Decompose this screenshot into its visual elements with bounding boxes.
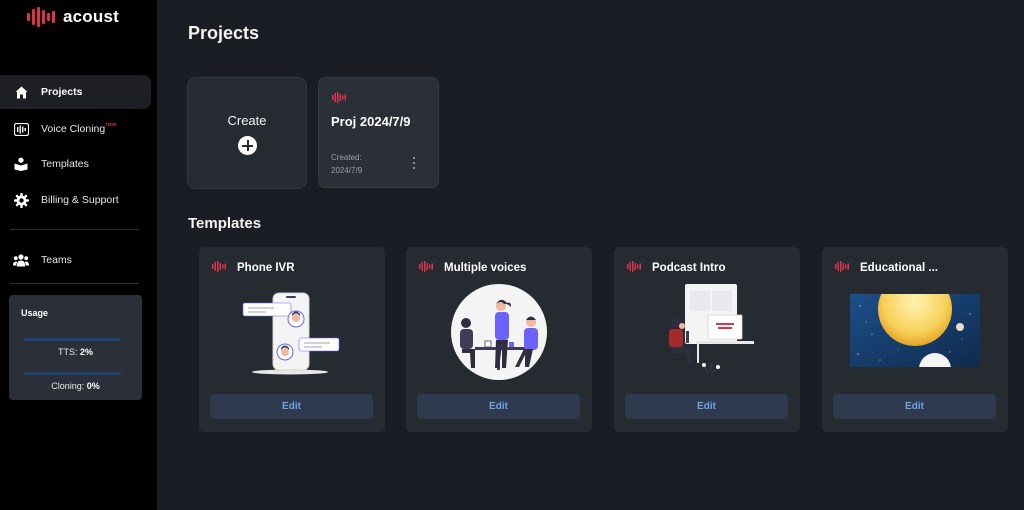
sidebar-divider — [10, 283, 139, 284]
sidebar-item-teams[interactable]: Teams — [0, 243, 151, 277]
waveform-icon — [212, 261, 226, 272]
app-name: acoust — [63, 7, 119, 26]
created-label: Created: — [331, 153, 362, 162]
template-title: Multiple voices — [444, 262, 527, 274]
sidebar-item-voice-cloning[interactable]: Voice Cloning new — [0, 112, 151, 146]
edit-button[interactable]: Edit — [833, 394, 996, 419]
project-title: Proj 2024/7/9 — [331, 114, 411, 129]
waveform-icon — [332, 92, 346, 103]
project-card[interactable]: Proj 2024/7/9 Created: 2024/7/9 — [318, 77, 439, 188]
waveform-icon — [627, 261, 641, 272]
book-user-icon — [13, 156, 29, 172]
sidebar-item-label: Billing & Support — [41, 194, 119, 206]
cloning-value: 0% — [86, 381, 100, 391]
create-label: Create — [227, 113, 267, 128]
tts-label: TTS: — [57, 347, 78, 357]
more-options-icon[interactable] — [411, 157, 417, 169]
sidebar-item-templates[interactable]: Templates — [0, 147, 151, 181]
template-card-phone-ivr[interactable]: Phone IVR Edit — [199, 247, 385, 432]
waveform-icon — [13, 121, 29, 137]
sidebar-item-projects[interactable]: Projects — [0, 75, 151, 109]
edit-button[interactable]: Edit — [210, 394, 373, 419]
sidebar-item-billing-support[interactable]: Billing & Support — [0, 183, 151, 217]
edit-button[interactable]: Edit — [417, 394, 580, 419]
plus-circle-icon — [238, 136, 257, 155]
sidebar-item-label: Templates — [41, 158, 89, 170]
template-title: Educational ... — [860, 262, 938, 274]
project-created: Created: 2024/7/9 — [331, 151, 362, 177]
create-project-card[interactable]: Create — [187, 77, 307, 189]
sidebar-item-label: Projects — [41, 86, 83, 98]
tts-usage-text: TTS: 2% — [9, 347, 142, 357]
template-card-podcast-intro[interactable]: Podcast Intro Edit — [614, 247, 800, 432]
edit-button[interactable]: Edit — [625, 394, 788, 419]
cloning-usage-bar — [24, 372, 121, 375]
sidebar: acoust Projects Voice Cloning new Templa… — [0, 0, 157, 510]
planets-illustration — [850, 294, 980, 367]
template-card-multiple-voices[interactable]: Multiple voices Edit — [406, 247, 592, 432]
template-title: Podcast Intro — [652, 262, 726, 274]
tts-usage-bar — [24, 338, 121, 341]
template-title: Phone IVR — [237, 262, 295, 274]
sidebar-item-label: Voice Cloning — [41, 123, 106, 135]
usage-title: Usage — [21, 308, 49, 318]
tts-value: 2% — [80, 347, 94, 357]
phone-chat-illustration — [242, 292, 340, 375]
page-title: Projects — [188, 23, 260, 43]
home-icon — [13, 84, 29, 100]
sidebar-item-label: Teams — [41, 254, 72, 266]
cloning-usage-text: Cloning: 0% — [9, 381, 142, 391]
created-date: 2024/7/9 — [331, 166, 363, 175]
usage-panel: Usage TTS: 2% Cloning: 0% — [9, 295, 142, 400]
people-meeting-illustration — [451, 284, 547, 380]
waveform-icon — [835, 261, 849, 272]
podcast-desk-illustration — [669, 284, 754, 374]
gear-icon — [13, 192, 29, 208]
app-logo[interactable]: acoust — [27, 6, 119, 28]
template-card-educational[interactable]: Educational ... Edit — [822, 247, 1008, 432]
waveform-icon — [419, 261, 433, 272]
sidebar-divider — [10, 229, 139, 230]
new-badge: new — [106, 122, 117, 128]
templates-section-title: Templates — [188, 215, 262, 232]
cloning-label: Cloning: — [51, 381, 85, 391]
logo-waveform-icon — [27, 7, 55, 27]
users-icon — [13, 252, 29, 268]
